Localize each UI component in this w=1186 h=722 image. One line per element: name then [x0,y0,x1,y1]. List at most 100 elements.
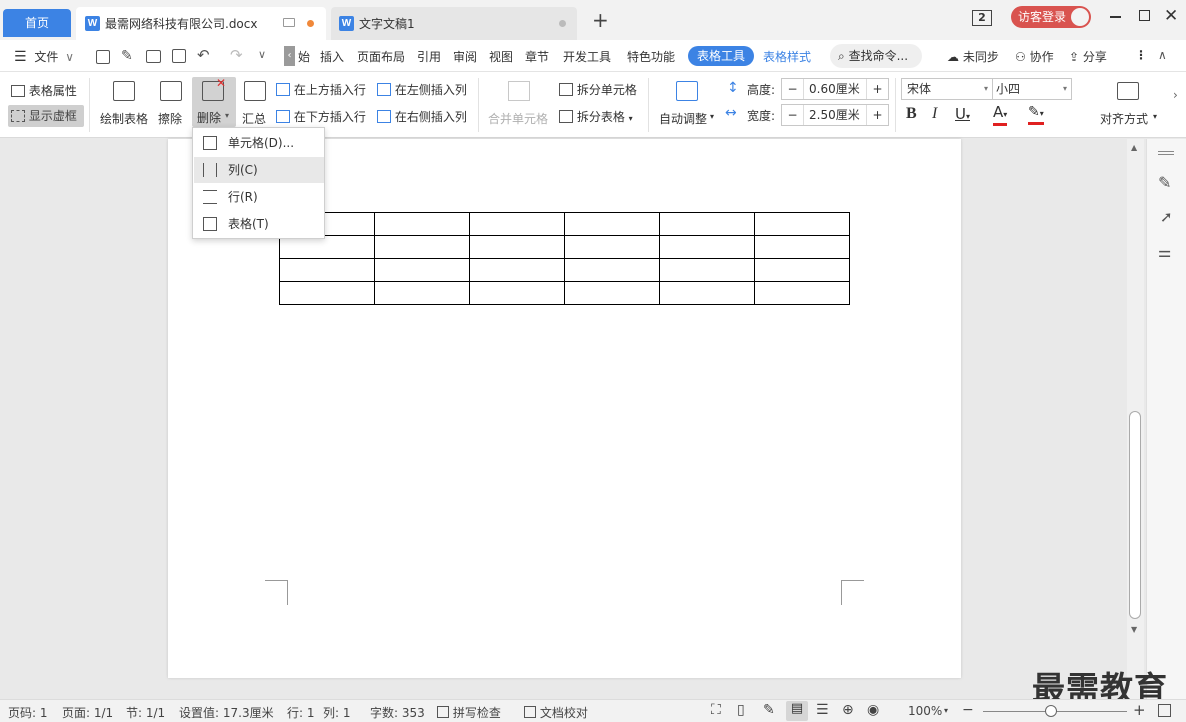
tab-table-style[interactable]: 表格样式 [763,48,811,65]
show-grid-button[interactable]: 显示虚框 [8,105,84,127]
close-icon[interactable]: ✕ [1164,6,1178,26]
insert-row-above-button[interactable]: 在上方插入行 [276,81,366,98]
status-page[interactable]: 页码: 1 [8,704,48,721]
tab-table-tools[interactable]: 表格工具 [688,46,754,66]
menu-item-page-layout[interactable]: 页面布局 [357,48,405,65]
split-table-button[interactable]: 拆分表格 ▾ [559,108,633,125]
table-cell[interactable] [374,281,470,305]
table-cell[interactable] [279,281,375,305]
more-icon[interactable]: ⋮ [1135,48,1147,62]
status-section[interactable]: 节: 1/1 [126,704,165,721]
status-words[interactable]: 字数: 353 [370,704,425,721]
highlight-button[interactable]: ✎▾ [1028,104,1044,125]
font-name-select[interactable]: 宋体 ▾ [901,78,993,100]
vertical-scrollbar[interactable]: ▲ ▼ [1127,139,1144,699]
reading-mode-icon[interactable]: ▯ [737,702,745,718]
status-pages[interactable]: 页面: 1/1 [62,704,113,721]
menu-item-section[interactable]: 章节 [525,48,549,65]
scroll-down-icon[interactable]: ▼ [1131,625,1137,634]
erase-button[interactable]: 擦除 [156,78,186,130]
table-cell[interactable] [754,235,850,259]
zoom-out-button[interactable]: − [962,702,974,718]
menu-item-features[interactable]: 特色功能 [627,48,675,65]
fullscreen-icon[interactable]: ⛶ [711,702,721,718]
eye-protection-icon[interactable]: ◉ [867,702,879,718]
save-icon[interactable] [96,50,110,64]
redo-icon[interactable]: ↷ [230,46,243,64]
doc-proof-button[interactable]: 文档校对 [524,704,588,721]
table-cell[interactable] [469,235,565,259]
width-decrease-button[interactable]: − [782,105,804,125]
scroll-left-button[interactable]: ‹ [284,46,295,66]
scroll-thumb[interactable] [1129,411,1141,619]
monitor-icon[interactable] [283,18,295,27]
draw-table-button[interactable]: 绘制表格 [98,78,150,130]
edit-mode-icon[interactable]: ✎ [763,702,775,718]
table-cell[interactable] [374,235,470,259]
split-cells-button[interactable]: 拆分单元格 [559,81,637,98]
table-cell[interactable] [469,212,565,236]
merge-cells-button[interactable]: 合并单元格 [488,78,550,130]
menu-item-developer[interactable]: 开发工具 [563,48,611,65]
height-stepper[interactable]: − 0.60厘米 + [781,78,889,100]
table-cell[interactable] [469,281,565,305]
scroll-up-icon[interactable]: ▲ [1131,143,1137,152]
zoom-slider-thumb[interactable] [1045,705,1057,717]
ribbon-scroll-right-icon[interactable]: › [1173,88,1178,102]
print-icon[interactable] [146,50,161,63]
collapse-ribbon-icon[interactable]: ∧ [1158,48,1167,62]
table-cell[interactable] [754,212,850,236]
settings-sliders-icon[interactable]: ⚌ [1158,243,1171,261]
table-cell[interactable] [564,235,660,259]
delete-cell-item[interactable]: 单元格(D)... [194,130,324,156]
italic-button[interactable]: I [932,105,937,123]
insert-col-right-button[interactable]: 在右侧插入列 [377,108,467,125]
undo-icon[interactable]: ↶ [197,46,210,64]
width-value[interactable]: 2.50厘米 [809,105,860,125]
status-setting[interactable]: 设置值: 17.3厘米 [179,704,274,721]
search-command-box[interactable]: ⌕ 查找命令... [830,44,922,68]
width-stepper[interactable]: − 2.50厘米 + [781,104,889,126]
collaborate-button[interactable]: ⚇ 协作 [1015,48,1054,65]
underline-button[interactable]: U▾ [955,105,970,123]
sync-status[interactable]: ☁ 未同步 [947,48,999,65]
table-cell[interactable] [754,258,850,282]
table-properties-button[interactable]: 表格属性 [11,82,77,99]
fit-page-icon[interactable] [1158,704,1171,717]
table-cell[interactable] [659,258,755,282]
web-view-icon[interactable]: ⊕ [842,702,854,718]
page-view-icon[interactable]: ▤ [786,701,808,721]
menu-item-review[interactable]: 审阅 [453,48,477,65]
menu-item-reference[interactable]: 引用 [417,48,441,65]
table-cell[interactable] [659,235,755,259]
height-increase-button[interactable]: + [866,79,888,99]
document-table[interactable] [279,212,850,305]
height-value[interactable]: 0.60厘米 [809,79,860,99]
delete-row-item[interactable]: 行(R) [194,184,324,210]
menu-item-view[interactable]: 视图 [489,48,513,65]
table-cell[interactable] [564,258,660,282]
new-tab-button[interactable]: + [592,8,609,32]
align-button[interactable]: 对齐方式 ▾ [1098,78,1162,130]
status-col[interactable]: 列: 1 [323,704,351,721]
table-cell[interactable] [659,281,755,305]
delete-table-item[interactable]: 表格(T) [194,211,324,237]
menu-item-start[interactable]: 始 [298,48,310,65]
summary-button[interactable]: 汇总 [240,78,270,130]
print-preview-icon[interactable] [172,49,186,63]
pointer-icon[interactable]: ➚ [1160,208,1173,226]
spell-check-button[interactable]: 拼写检查 [437,704,501,721]
delete-column-item[interactable]: 列(C) [194,157,324,183]
table-cell[interactable] [564,212,660,236]
minimize-icon[interactable] [1110,16,1121,18]
window-count-badge[interactable]: 2 [972,10,992,26]
insert-row-below-button[interactable]: 在下方插入行 [276,108,366,125]
delete-button[interactable]: ✕ 删除 ▾ [192,76,236,127]
font-size-select[interactable]: 小四 ▾ [992,78,1072,100]
customize-icon[interactable]: ∨ [258,48,266,61]
table-cell[interactable] [374,258,470,282]
table-cell[interactable] [754,281,850,305]
status-row[interactable]: 行: 1 [287,704,315,721]
zoom-slider[interactable] [983,705,1127,717]
menu-item-insert[interactable]: 插入 [320,48,344,65]
